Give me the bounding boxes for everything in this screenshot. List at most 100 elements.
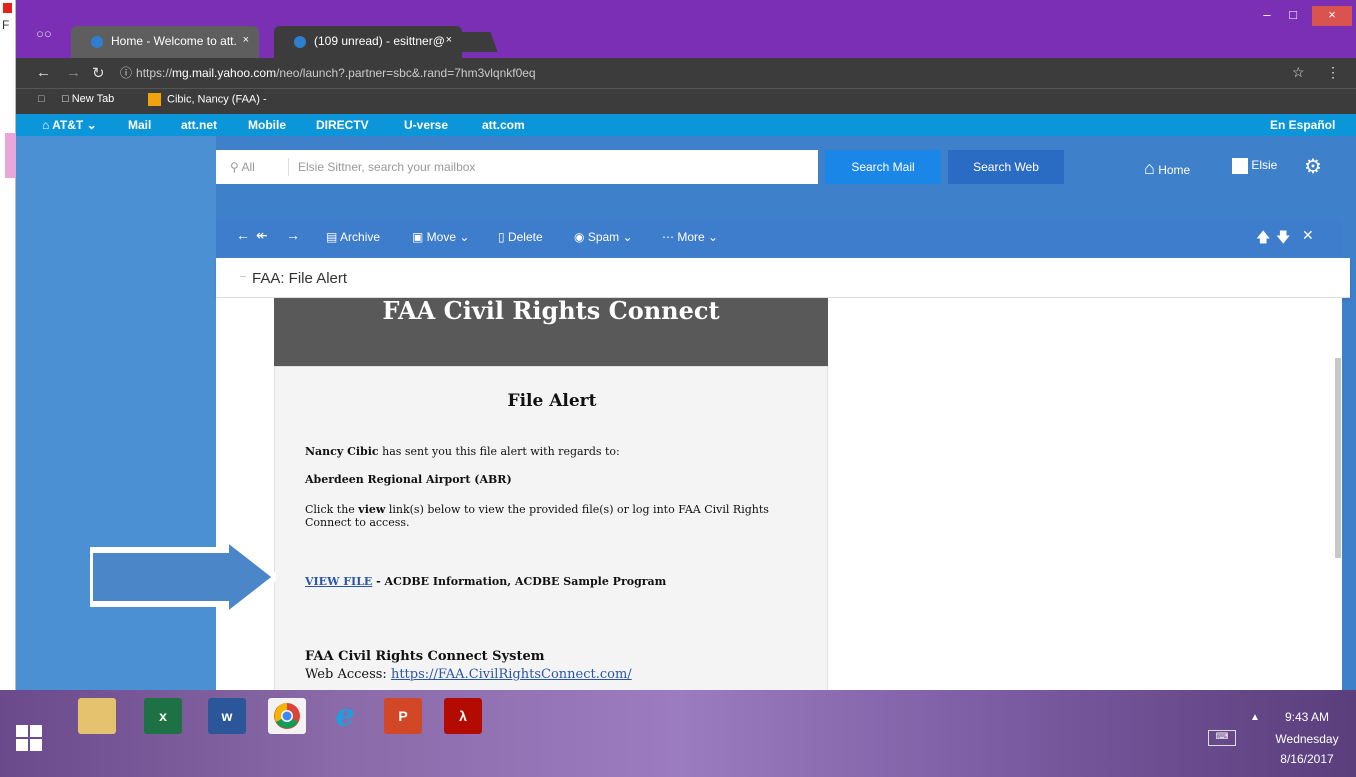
search-divider [288,158,289,176]
delete-button[interactable]: ▯ Delete [498,230,543,244]
att-nav-label: AT&T [52,118,84,132]
address-bar[interactable]: ⓘ https://mg.mail.yahoo.com/neo/launch?.p… [112,62,1292,84]
next-message-icon[interactable]: 🡇 [1276,227,1290,251]
globe-icon [91,36,103,48]
close-message-icon[interactable]: ✕ [1302,227,1314,244]
att-nav-directv[interactable]: DIRECTV [316,118,369,132]
back-arrow-icon[interactable]: ← [36,64,51,81]
search-mail-button[interactable]: Search Mail [825,150,941,184]
clock-date[interactable]: 8/16/2017 [1262,752,1352,766]
att-nav-mobile[interactable]: Mobile [248,118,286,132]
web-access-link[interactable]: https://FAA.CivilRightsConnect.com/ [391,667,632,682]
tab-close-icon[interactable]: × [243,34,249,46]
start-logo-pane [30,725,42,737]
archive-button[interactable]: ▤ Archive [326,230,380,244]
start-logo-pane [16,725,28,737]
email-heading: File Alert [507,391,597,411]
message-subject-bar: FAA: File Alert [216,258,1350,298]
reply-all-icon[interactable]: ↞ [256,227,268,244]
maximize-button[interactable]: □ [1282,6,1304,26]
internet-explorer-icon[interactable]: e [326,698,364,734]
windows-taskbar: x w e P λ ▲ ⌨ 9:43 AM Wednesday 8/16/201… [0,690,1356,777]
reply-icon[interactable]: ← [236,227,250,243]
bookmark-cibic[interactable]: Cibic, Nancy (FAA) - [148,93,267,106]
forward-icon[interactable]: → [286,227,300,243]
chrome-menu-icon[interactable]: ⋮ [1326,64,1340,81]
scrollbar-thumb[interactable] [1335,358,1341,558]
start-logo-pane [16,739,28,751]
view-file-link[interactable]: VIEW FILE [305,575,372,588]
gear-icon[interactable]: ⚙ [1304,154,1322,179]
bookmarks-bar: □ □ New Tab Cibic, Nancy (FAA) - [16,88,1356,114]
excel-icon[interactable]: x [144,698,182,734]
instructions-view: view [358,503,386,516]
file-line: VIEW FILE - ACDBE Information, ACDBE Sam… [305,575,666,588]
archive-label: Archive [340,230,381,244]
chrome-icon[interactable] [268,698,306,734]
acrobat-icon[interactable]: λ [444,698,482,734]
move-label: Move [426,230,457,244]
reload-icon[interactable]: ↻ [92,64,105,82]
scrollbar[interactable] [1334,298,1342,690]
att-nav-mail[interactable]: Mail [128,118,151,132]
tab-close-icon[interactable]: × [446,34,452,46]
sender-name: Nancy Cibic [305,445,379,458]
search-web-button[interactable]: Search Web [948,150,1064,184]
email-banner: FAA Civil Rights Connect [274,296,828,366]
file-explorer-icon[interactable] [78,698,116,734]
new-tab-button[interactable] [454,32,498,52]
windows-start-button[interactable] [16,725,42,751]
apps-page-icon[interactable]: □ [38,93,45,105]
background-window-letter: F [2,18,10,32]
footer-title: FAA Civil Rights Connect System [305,649,545,664]
close-window-button[interactable]: × [1312,6,1352,26]
clock-day[interactable]: Wednesday [1262,732,1352,746]
search-input[interactable]: ⚲ All Elsie Sittner, search your mailbox [216,150,818,184]
bookmark-label: Cibic, Nancy (FAA) - [167,93,267,106]
web-access-line: Web Access: https://FAA.CivilRightsConne… [305,667,632,682]
file-description: - ACDBE Information, ACDBE Sample Progra… [372,575,667,588]
desktop-screen: F ○○ Home - Welcome to att. × (109 unrea… [0,0,1356,777]
word-icon[interactable]: w [208,698,246,734]
tab-att-home[interactable]: Home - Welcome to att. × [71,26,259,58]
powerpoint-icon[interactable]: P [384,698,422,734]
touch-keyboard-icon[interactable]: ⌨ [1208,730,1236,746]
att-nav-uverse[interactable]: U-verse [404,118,448,132]
chrome-logo [274,703,300,729]
clock-time[interactable]: 9:43 AM [1262,710,1352,724]
bookmark-new-tab[interactable]: □ New Tab [62,93,114,105]
search-placeholder: Elsie Sittner, search your mailbox [298,160,476,174]
pdf-icon [3,3,12,13]
forward-arrow-icon[interactable]: → [66,64,81,81]
home-label: Home [1158,163,1191,177]
more-button[interactable]: ⋯ More ⌄ [662,230,718,244]
url-scheme: https:// [136,66,173,80]
sender-text: has sent you this file alert with regard… [378,445,620,458]
home-icon: ⌂ [1144,158,1155,178]
user-icon [1232,158,1248,174]
search-scope-label: All [241,160,255,174]
att-nav-espanol[interactable]: En Español [1270,118,1335,132]
search-scope[interactable]: ⚲ All [230,160,255,174]
more-label: More [677,230,705,244]
home-button[interactable]: ⌂ Home [1144,158,1190,179]
message-action-bar: ← ↞ → ▤ Archive ▣ Move ⌄ ▯ Delete ◉ Spam… [216,220,1342,256]
tab-yahoo-mail[interactable]: (109 unread) - esittner@ × [274,26,462,58]
start-logo-pane [30,739,42,751]
previous-message-icon[interactable]: 🡅 [1256,227,1270,251]
tab-strip: ○○ Home - Welcome to att. × (109 unread)… [16,0,1356,58]
bookmark-star-icon[interactable]: ☆ [1292,64,1305,81]
profile-button[interactable]: Elsie [1232,158,1277,174]
outlook-icon [148,93,161,106]
web-access-label: Web Access: [305,667,391,682]
att-nav-attnet[interactable]: att.net [181,118,217,132]
move-button[interactable]: ▣ Move ⌄ [412,230,469,244]
att-nav-bar: ⌂ AT&T ⌄ Mail att.net Mobile DIRECTV U-v… [16,114,1356,136]
spam-button[interactable]: ◉ Spam ⌄ [574,230,633,244]
minimize-button[interactable]: – [1256,6,1278,26]
att-home-link[interactable]: ⌂ AT&T ⌄ [42,118,97,132]
spam-label: Spam [587,230,620,244]
tab-title: (109 unread) - esittner@ [314,34,445,48]
att-nav-attcom[interactable]: att.com [482,118,525,132]
show-hidden-icons[interactable]: ▲ [1250,712,1260,723]
